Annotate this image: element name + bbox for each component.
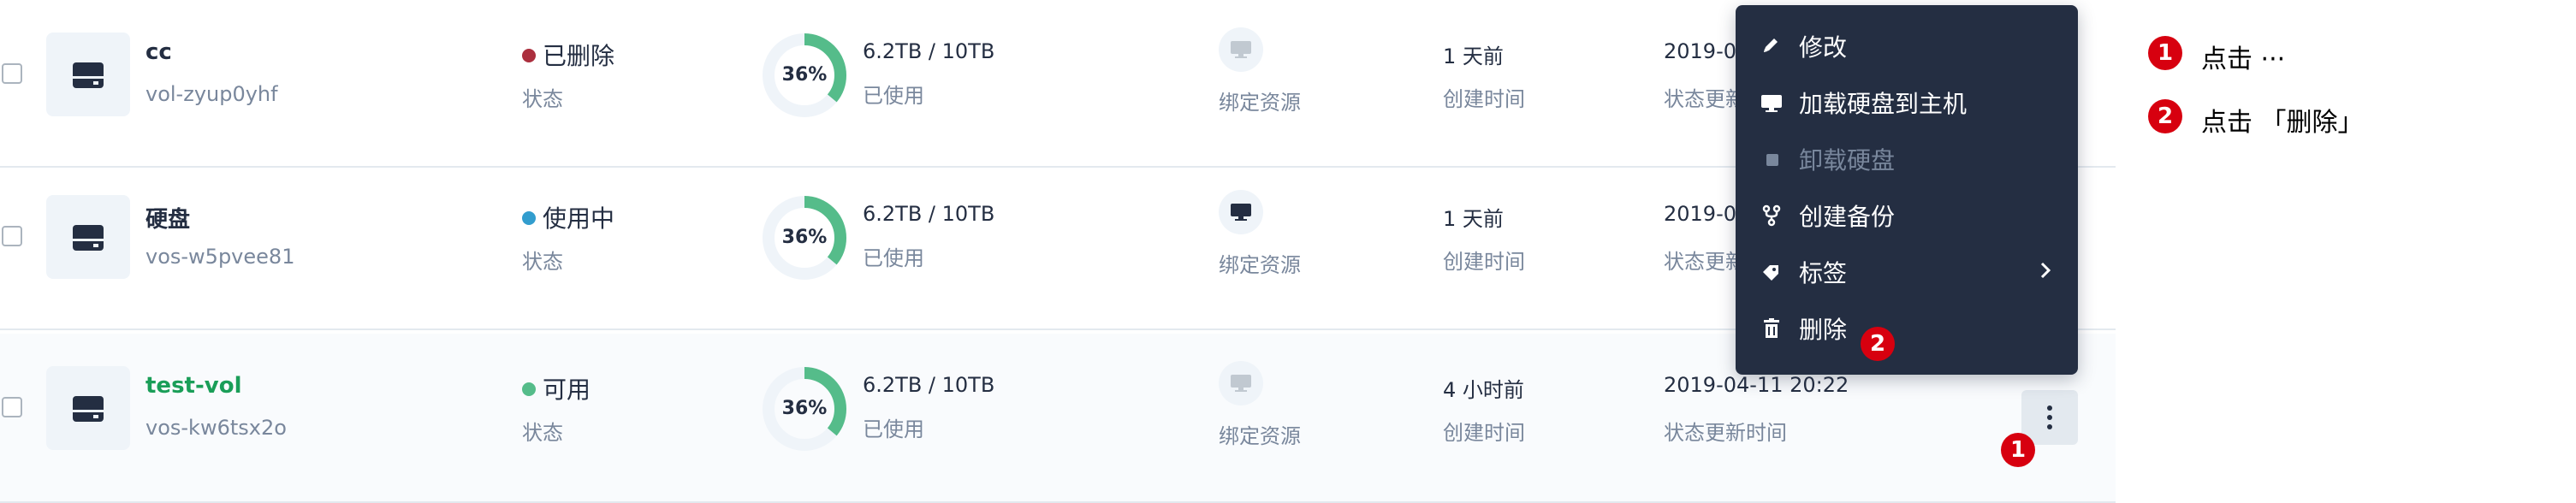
usage-percent: 36%	[781, 64, 828, 86]
chevron-right-icon	[2040, 262, 2051, 279]
fork-icon	[1762, 204, 1781, 227]
row-checkbox[interactable]	[2, 397, 22, 417]
volume-icon	[46, 195, 130, 279]
trash-icon	[1764, 318, 1779, 338]
status-dot	[522, 211, 536, 225]
updated-label: 状态更新	[1664, 87, 1746, 111]
step-number-badge: 2	[2148, 99, 2182, 133]
status-dot	[522, 49, 536, 62]
menu-item-label: 加载硬盘到主机	[1799, 90, 1968, 118]
square-icon	[1766, 154, 1778, 166]
monitor-icon	[1761, 95, 1782, 112]
actions-dropdown-menu: 修改 加载硬盘到主机 卸载硬盘 创建备份 标签 删除	[1736, 5, 2078, 375]
volume-icon	[46, 366, 130, 450]
bind-label: 绑定资源	[1219, 424, 1301, 448]
usage-label: 已使用	[863, 246, 924, 270]
usage-value: 6.2TB / 10TB	[863, 373, 995, 397]
status-label: 状态	[522, 250, 563, 274]
row-checkbox[interactable]	[2, 226, 22, 246]
step-text: 点击 ···	[2201, 44, 2286, 74]
status-label: 状态	[522, 87, 563, 111]
volume-name[interactable]: 硬盘	[145, 202, 190, 234]
usage-value: 6.2TB / 10TB	[863, 202, 995, 226]
usage-label: 已使用	[863, 417, 924, 441]
menu-item-label: 创建备份	[1799, 203, 1896, 231]
status-text: 可用	[543, 376, 591, 404]
status-text: 已删除	[543, 42, 615, 70]
created-value: 1 天前	[1443, 44, 1504, 68]
menu-item-tags[interactable]: 标签	[1736, 243, 2078, 299]
created-value: 4 小时前	[1443, 378, 1524, 402]
menu-item-label: 卸载硬盘	[1799, 146, 1896, 175]
menu-item-delete[interactable]: 删除	[1736, 299, 2078, 356]
menu-item-label: 删除	[1799, 316, 1848, 344]
monitor-icon	[1219, 27, 1263, 72]
bind-label: 绑定资源	[1219, 253, 1301, 277]
menu-item-attach[interactable]: 加载硬盘到主机	[1736, 74, 2078, 130]
volume-list-page: cc vol-zyup0yhf 已删除 状态 36% 6.2TB / 10TB …	[0, 0, 2576, 503]
menu-item-label: 修改	[1799, 33, 1848, 62]
volume-name[interactable]: test-vol	[145, 373, 241, 399]
usage-value: 6.2TB / 10TB	[863, 39, 995, 63]
status-label: 状态	[522, 421, 563, 445]
annotation-badge-2: 2	[1861, 327, 1895, 361]
monitor-icon	[1219, 361, 1263, 405]
monitor-icon	[1219, 190, 1263, 234]
menu-item-edit[interactable]: 修改	[1736, 17, 2078, 74]
created-label: 创建时间	[1443, 87, 1525, 111]
tag-icon	[1763, 265, 1778, 281]
row-checkbox[interactable]	[2, 63, 22, 84]
status-dot	[522, 382, 536, 396]
annotation-badge-1: 1	[2001, 433, 2035, 467]
usage-percent: 36%	[781, 398, 828, 419]
dot	[2047, 415, 2052, 420]
usage-label: 已使用	[863, 84, 924, 108]
menu-item-label: 标签	[1799, 259, 1848, 287]
updated-label: 状态更新时间	[1664, 421, 1787, 445]
created-value: 1 天前	[1443, 207, 1504, 231]
step-text: 点击 「删除」	[2201, 108, 2364, 138]
pencil-icon	[1764, 38, 1778, 52]
volume-id: vos-kw6tsx2o	[145, 416, 287, 440]
menu-item-detach: 卸载硬盘	[1736, 130, 2078, 186]
status-text: 使用中	[543, 204, 615, 233]
dot	[2047, 424, 2052, 429]
updated-label: 状态更新	[1664, 250, 1746, 274]
dot	[2047, 405, 2052, 411]
volume-id: vos-w5pvee81	[145, 245, 295, 269]
step-number-badge: 1	[2148, 36, 2182, 70]
bind-label: 绑定资源	[1219, 91, 1301, 115]
created-label: 创建时间	[1443, 421, 1525, 445]
menu-item-backup[interactable]: 创建备份	[1736, 186, 2078, 243]
volume-icon	[46, 33, 130, 116]
volume-name[interactable]: cc	[145, 39, 172, 65]
usage-percent: 36%	[781, 227, 828, 248]
created-label: 创建时间	[1443, 250, 1525, 274]
more-actions-button[interactable]	[2021, 390, 2078, 445]
volume-id: vol-zyup0yhf	[145, 82, 278, 106]
updated-value: 2019-04-11 20:22	[1664, 373, 1849, 397]
